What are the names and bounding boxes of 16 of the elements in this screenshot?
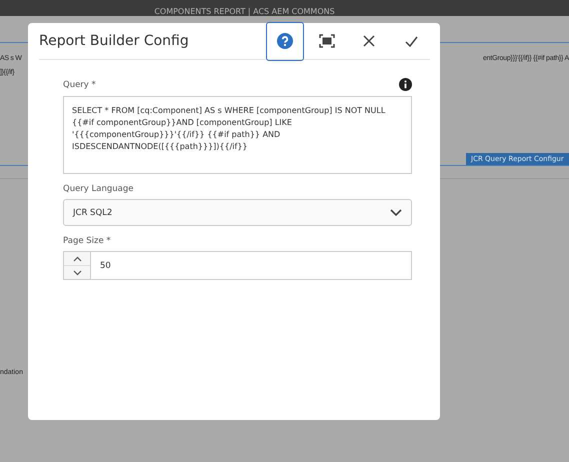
chevron-down-icon <box>390 208 402 216</box>
fullscreen-icon <box>319 34 335 48</box>
chevron-down-icon <box>72 270 82 276</box>
help-button[interactable] <box>266 22 304 60</box>
query-language-dropdown[interactable]: JCR SQL2 <box>63 199 412 226</box>
query-textarea[interactable]: SELECT * FROM [cq:Component] AS s WHERE [componentGroup] IS NOT NULL {{#if componentGroup}}AND [componentGroup] LIKE '{{{componentGroup}}}'{{/if}} {{#if path}} AND ISDESCENDANTNODE([{{{path}}}]){{/if}} <box>63 96 412 174</box>
dialog-title: Report Builder Config <box>39 33 189 49</box>
close-icon <box>363 35 375 47</box>
help-icon <box>277 33 293 49</box>
page-size-input[interactable]: 50 <box>91 260 111 270</box>
field-label: Query Language <box>63 184 134 194</box>
field-label: Query * <box>63 80 96 90</box>
checkmark-icon <box>404 36 418 46</box>
page-title: COMPONENTS REPORT | ACS AEM COMMONS <box>154 7 335 16</box>
chevron-up-icon <box>72 256 82 262</box>
field-label: Page Size * <box>63 236 111 246</box>
